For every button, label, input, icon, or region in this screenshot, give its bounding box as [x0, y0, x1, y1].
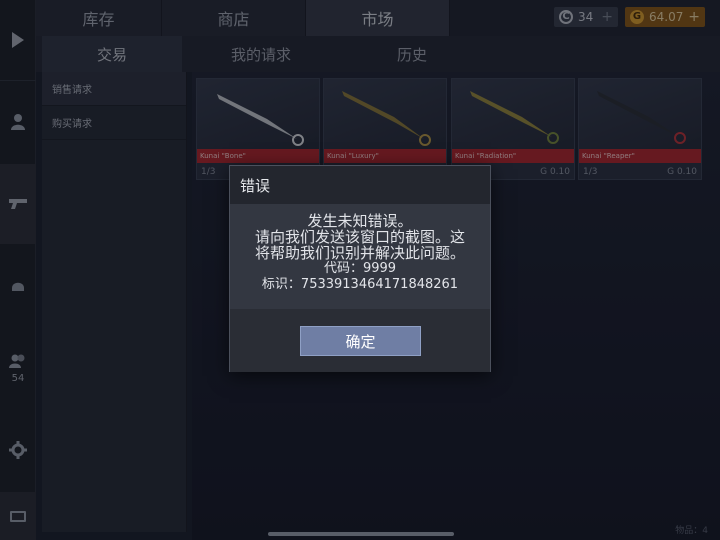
dialog-footer: 确定: [230, 309, 490, 372]
dialog-message: 发生未知错误。 请向我们发送该窗口的截图。这 将帮助我们识别并解决此问题。 代码…: [230, 204, 490, 309]
dialog-line: 将帮助我们识别并解决此问题。: [254, 244, 465, 262]
dialog-line: 发生未知错误。: [307, 212, 413, 230]
ok-button[interactable]: 确定: [300, 326, 421, 356]
error-id: 标识：7533913464171848261: [261, 277, 459, 292]
dialog-title: 错误: [230, 166, 490, 204]
error-code: 代码：9999: [323, 261, 397, 276]
dialog-line: 请向我们发送该窗口的截图。这: [254, 228, 465, 246]
error-dialog: 错误 发生未知错误。 请向我们发送该窗口的截图。这 将帮助我们识别并解决此问题。…: [229, 165, 491, 372]
